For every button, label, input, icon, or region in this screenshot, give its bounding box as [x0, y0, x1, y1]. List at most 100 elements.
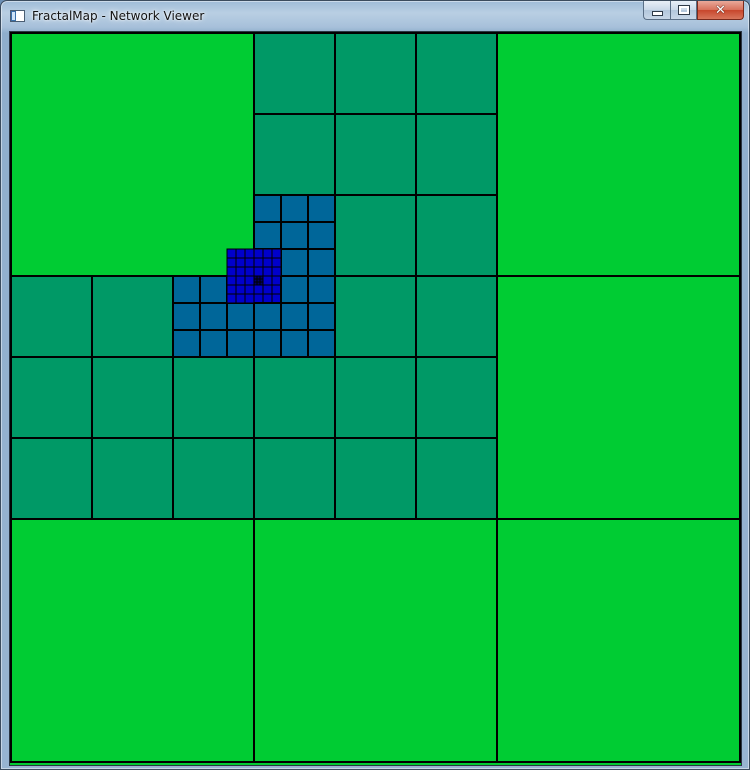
map-cell-level-4[interactable]	[235, 266, 246, 277]
map-cell-level-4[interactable]	[244, 248, 255, 259]
map-cell-level-4[interactable]	[244, 293, 255, 304]
map-cell-level-3[interactable]	[307, 302, 336, 331]
map-cell-level-2[interactable]	[334, 356, 417, 439]
map-cell-level-4[interactable]	[235, 275, 246, 286]
map-cell-level-2[interactable]	[172, 356, 255, 439]
map-cell-level-2[interactable]	[91, 437, 174, 520]
map-cell-level-4[interactable]	[226, 293, 237, 304]
map-cell-level-1[interactable]	[10, 32, 255, 277]
map-cell-level-2[interactable]	[253, 113, 336, 196]
map-cell-level-2[interactable]	[10, 356, 93, 439]
map-cell-level-3[interactable]	[280, 302, 309, 331]
map-cell-level-4[interactable]	[226, 284, 237, 295]
maximize-icon	[677, 5, 690, 15]
map-cell-level-1[interactable]	[253, 518, 498, 763]
map-cell-level-4[interactable]	[271, 284, 282, 295]
map-cell-level-3[interactable]	[253, 221, 282, 250]
map-cell-level-4[interactable]	[244, 266, 255, 277]
map-cell-level-3[interactable]	[307, 329, 336, 358]
map-cell-level-4[interactable]	[244, 275, 255, 286]
map-cell-level-3[interactable]	[226, 302, 255, 331]
map-cell-level-4[interactable]	[253, 248, 264, 259]
map-cell-level-3[interactable]	[280, 248, 309, 277]
map-cell-level-4[interactable]	[253, 257, 264, 268]
map-cell-level-2[interactable]	[334, 113, 417, 196]
map-cell-level-2[interactable]	[415, 113, 498, 196]
map-cell-level-3[interactable]	[253, 329, 282, 358]
minimize-icon	[651, 10, 663, 16]
map-cell-level-3[interactable]	[280, 275, 309, 304]
map-cell-level-3[interactable]	[172, 302, 201, 331]
fractal-map-svg[interactable]	[10, 32, 741, 765]
map-cell-level-3[interactable]	[280, 329, 309, 358]
map-cell-level-2[interactable]	[172, 437, 255, 520]
map-cell-level-2[interactable]	[415, 275, 498, 358]
map-cell-level-3[interactable]	[280, 221, 309, 250]
map-cell-level-1[interactable]	[496, 32, 741, 277]
map-cell-level-4[interactable]	[226, 257, 237, 268]
map-cell-level-2[interactable]	[334, 32, 417, 115]
fractal-map-canvas[interactable]	[9, 31, 742, 766]
map-cell-level-1[interactable]	[496, 518, 741, 763]
map-cell-level-3[interactable]	[253, 302, 282, 331]
map-cell-level-2[interactable]	[91, 275, 174, 358]
map-cell-level-4[interactable]	[262, 266, 273, 277]
map-cell-level-4[interactable]	[235, 284, 246, 295]
map-cell-level-2[interactable]	[253, 437, 336, 520]
map-cell-level-2[interactable]	[334, 437, 417, 520]
minimize-button[interactable]	[643, 1, 670, 20]
map-cell-level-3[interactable]	[307, 248, 336, 277]
close-button[interactable]: ✕	[697, 1, 744, 20]
map-cell-level-4[interactable]	[244, 257, 255, 268]
map-cell-level-4[interactable]	[271, 293, 282, 304]
map-cell-level-4[interactable]	[253, 293, 264, 304]
map-cell-level-3[interactable]	[199, 275, 228, 304]
map-cell-level-2[interactable]	[10, 437, 93, 520]
map-cell-level-4[interactable]	[262, 293, 273, 304]
map-cell-level-3[interactable]	[199, 302, 228, 331]
map-cell-level-4[interactable]	[253, 266, 264, 277]
map-cell-level-2[interactable]	[91, 356, 174, 439]
map-cell-level-2[interactable]	[415, 356, 498, 439]
map-cell-level-2[interactable]	[415, 437, 498, 520]
map-cell-level-4[interactable]	[262, 257, 273, 268]
map-cell-level-4[interactable]	[226, 248, 237, 259]
map-cell-level-4[interactable]	[235, 293, 246, 304]
map-cell-level-4[interactable]	[244, 284, 255, 295]
map-cell-level-4[interactable]	[262, 248, 273, 259]
map-cell-level-3[interactable]	[199, 329, 228, 358]
map-cell-level-1[interactable]	[496, 275, 741, 520]
map-cell-level-2[interactable]	[415, 194, 498, 277]
map-cell-level-3[interactable]	[307, 221, 336, 250]
map-cell-level-2[interactable]	[334, 275, 417, 358]
map-cell-level-2[interactable]	[253, 356, 336, 439]
map-cell-level-3[interactable]	[226, 329, 255, 358]
map-cell-level-4[interactable]	[235, 248, 246, 259]
map-cell-level-3[interactable]	[253, 194, 282, 223]
map-cell-level-4[interactable]	[271, 266, 282, 277]
map-cell-level-4[interactable]	[271, 257, 282, 268]
map-cell-level-1[interactable]	[10, 518, 255, 763]
map-cell-level-3[interactable]	[172, 275, 201, 304]
window-app-icon[interactable]	[10, 10, 25, 22]
map-cell-level-3[interactable]	[280, 194, 309, 223]
map-cell-level-3[interactable]	[172, 329, 201, 358]
map-cell-level-3[interactable]	[307, 275, 336, 304]
title-bar[interactable]: FractalMap - Network Viewer ✕	[1, 1, 749, 31]
map-cell-level-4[interactable]	[235, 257, 246, 268]
close-icon: ✕	[715, 2, 726, 18]
map-cell-level-4[interactable]	[271, 248, 282, 259]
map-cell-level-4[interactable]	[262, 275, 273, 286]
map-cell-level-4[interactable]	[253, 284, 264, 295]
map-cell-level-4[interactable]	[226, 266, 237, 277]
caption-buttons: ✕	[643, 1, 744, 21]
map-cell-level-4[interactable]	[271, 275, 282, 286]
map-cell-level-2[interactable]	[415, 32, 498, 115]
map-cell-level-4[interactable]	[226, 275, 237, 286]
map-cell-level-2[interactable]	[10, 275, 93, 358]
map-cell-level-3[interactable]	[307, 194, 336, 223]
maximize-button[interactable]	[670, 1, 697, 20]
map-cell-level-4[interactable]	[262, 284, 273, 295]
map-cell-level-2[interactable]	[253, 32, 336, 115]
map-cell-level-2[interactable]	[334, 194, 417, 277]
